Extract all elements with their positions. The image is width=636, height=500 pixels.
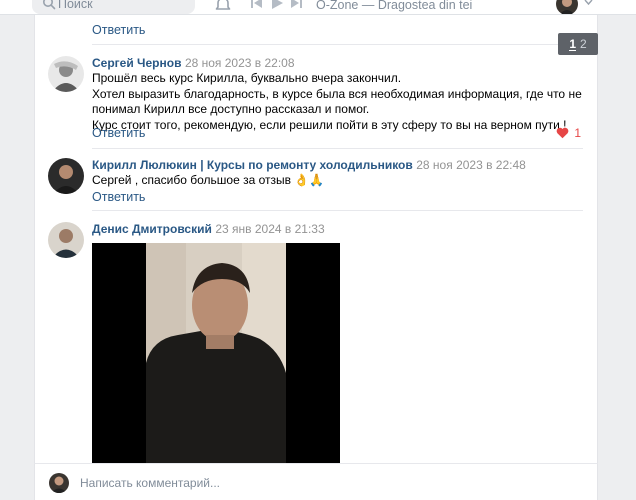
comment-text: Сергей , спасибо большое за отзыв 👌🙏 xyxy=(92,173,582,189)
avatar[interactable] xyxy=(48,158,84,194)
author-name[interactable]: Сергей Чернов xyxy=(92,56,181,70)
comment-line: Сергей , спасибо большое за отзыв 👌🙏 xyxy=(92,173,325,187)
comment-meta: Сергей Чернов 28 ноя 2023 в 22:08 xyxy=(92,56,295,70)
comment-composer[interactable]: Написать комментарий... xyxy=(34,463,598,500)
page-1[interactable]: 1 xyxy=(569,38,576,51)
comment-line: Прошёл весь курс Кирилла, буквально вчер… xyxy=(92,71,402,85)
comment-input[interactable]: Написать комментарий... xyxy=(80,476,220,490)
profile-avatar[interactable] xyxy=(556,0,578,14)
search-input[interactable]: Поиск xyxy=(58,0,93,11)
search-icon xyxy=(43,0,56,10)
like-count: 1 xyxy=(574,126,581,140)
comment-date[interactable]: 28 ноя 2023 в 22:08 xyxy=(185,56,295,70)
avatar xyxy=(49,473,69,493)
avatar[interactable] xyxy=(48,222,84,258)
now-playing-title[interactable]: O-Zone — Dragostea din tei xyxy=(316,0,472,12)
top-header: Поиск O-Zone — Dragostea din tei xyxy=(0,0,636,15)
video-frame xyxy=(92,243,340,463)
avatar[interactable] xyxy=(48,56,84,92)
player-controls[interactable] xyxy=(250,0,310,10)
comment-line: Хотел выразить благодарность, в курсе бы… xyxy=(92,86,582,117)
reply-link[interactable]: Ответить xyxy=(92,190,145,204)
pagination: 1 2 xyxy=(558,33,598,55)
author-name[interactable]: Кирилл Люлюкин | Курсы по ремонту холоди… xyxy=(92,158,413,172)
previous-icon xyxy=(251,0,262,8)
chevron-down-icon[interactable] xyxy=(584,0,593,6)
comment-item: Кирилл Люлюкин | Курсы по ремонту холоди… xyxy=(35,149,599,211)
next-icon xyxy=(291,0,302,8)
author-name[interactable]: Денис Дмитровский xyxy=(92,222,212,236)
comment-text: Прошёл весь курс Кирилла, буквально вчер… xyxy=(92,71,582,133)
comment-item: Сергей Чернов 28 ноя 2023 в 22:08 Прошёл… xyxy=(35,45,599,149)
reply-link[interactable]: Ответить xyxy=(92,23,145,37)
search-box[interactable]: Поиск xyxy=(32,0,195,14)
video-attachment[interactable] xyxy=(92,243,340,463)
reply-link[interactable]: Ответить xyxy=(92,126,145,140)
comment-meta: Кирилл Люлюкин | Курсы по ремонту холоди… xyxy=(92,158,526,172)
play-icon xyxy=(272,0,283,9)
comment-date[interactable]: 23 янв 2024 в 21:33 xyxy=(215,222,324,236)
comment-line: Курс стоит того, рекомендую, если решили… xyxy=(92,117,567,132)
heart-icon xyxy=(556,127,569,139)
comment-date[interactable]: 28 ноя 2023 в 22:48 xyxy=(416,158,526,172)
bell-icon[interactable] xyxy=(214,0,232,13)
page-2[interactable]: 2 xyxy=(580,37,587,51)
like-button[interactable]: 1 xyxy=(556,126,581,140)
comment-meta: Денис Дмитровский 23 янв 2024 в 21:33 xyxy=(92,222,325,236)
